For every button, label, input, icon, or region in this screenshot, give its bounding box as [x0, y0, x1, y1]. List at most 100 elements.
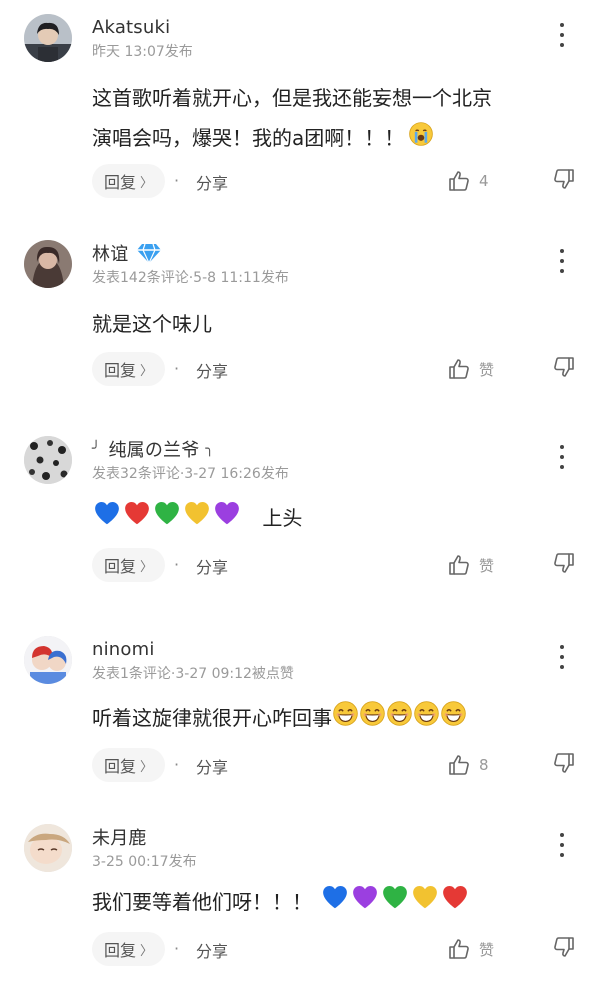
- grinning-face-icon: [440, 700, 467, 740]
- comment-text-line: 演唱会吗，爆哭！我的a团啊！！！: [92, 118, 572, 160]
- name-decoration: ╯: [92, 441, 101, 457]
- like-count: 赞: [479, 556, 495, 575]
- chevron-right-icon: 〉: [140, 943, 154, 959]
- heart-icon: [350, 882, 380, 925]
- thumbs-down-icon: [552, 751, 576, 775]
- more-vertical-icon[interactable]: [552, 642, 572, 672]
- share-button[interactable]: 分享: [196, 938, 228, 962]
- heart-icon: [122, 498, 152, 541]
- reply-label: 回复: [104, 557, 137, 576]
- reply-button[interactable]: 回复〉: [92, 352, 166, 386]
- thumbs-down-icon: [552, 935, 576, 959]
- comment-text: 上头: [92, 498, 572, 541]
- comment-text-segment: 演唱会吗，爆哭！我的a团啊！！！: [92, 126, 405, 150]
- dislike-button[interactable]: [552, 167, 576, 195]
- grinning-face-icon: [413, 700, 440, 740]
- more-vertical-icon[interactable]: [552, 246, 572, 276]
- share-button[interactable]: 分享: [196, 170, 228, 194]
- thumbs-down-icon: [552, 167, 576, 191]
- thumbs-up-icon: [447, 553, 471, 577]
- separator: ·: [174, 755, 180, 774]
- reply-button[interactable]: 回复〉: [92, 932, 166, 966]
- share-button[interactable]: 分享: [196, 358, 228, 382]
- avatar[interactable]: [24, 240, 72, 288]
- dislike-button[interactable]: [552, 751, 576, 779]
- like-count: 4: [479, 172, 489, 190]
- heart-icon: [182, 498, 212, 541]
- comment-text-segment: 听着这旋律就很开心咋回事: [92, 706, 332, 730]
- crying-face-icon: [408, 120, 434, 160]
- chevron-right-icon: 〉: [140, 759, 154, 775]
- name-decoration: ╮: [205, 441, 214, 457]
- avatar[interactable]: [24, 436, 72, 484]
- username[interactable]: Akatsuki: [92, 17, 170, 38]
- action-bar: 回复〉 · 分享 赞: [92, 352, 582, 386]
- share-button[interactable]: 分享: [196, 754, 228, 778]
- separator: ·: [174, 939, 180, 958]
- emoji-row: [92, 506, 242, 530]
- comment-text: 这首歌听着就开心，但是我还能妄想一个北京 演唱会吗，爆哭！我的a团啊！！！: [92, 78, 572, 160]
- reply-label: 回复: [104, 757, 137, 776]
- grinning-face-icon: [386, 700, 413, 740]
- more-vertical-icon[interactable]: [552, 830, 572, 860]
- comment-text-segment: 上头: [262, 506, 303, 530]
- reply-label: 回复: [104, 941, 137, 960]
- heart-icon: [440, 882, 470, 925]
- grinning-face-icon: [332, 700, 359, 740]
- comment-text-segment: 我们要等着他们呀！！！: [92, 890, 312, 914]
- like-count: 8: [479, 756, 489, 774]
- chevron-right-icon: 〉: [140, 363, 154, 379]
- comment-text: 听着这旋律就很开心咋回事: [92, 698, 572, 740]
- heart-icon: [380, 882, 410, 925]
- username[interactable]: 未月鹿: [92, 824, 147, 850]
- comment-meta: 昨天 13:07发布: [92, 44, 193, 60]
- separator: ·: [174, 359, 180, 378]
- action-bar: 回复〉 · 分享 8: [92, 748, 582, 782]
- thumbs-up-icon: [447, 753, 471, 777]
- dislike-button[interactable]: [552, 935, 576, 963]
- separator: ·: [174, 171, 180, 190]
- avatar[interactable]: [24, 14, 72, 62]
- thumbs-down-icon: [552, 355, 576, 379]
- comment-meta: 发表1条评论·3-27 09:12被点赞: [92, 666, 294, 682]
- avatar[interactable]: [24, 824, 72, 872]
- comment-meta: 发表32条评论·3-27 16:26发布: [92, 466, 289, 482]
- chevron-right-icon: 〉: [140, 559, 154, 575]
- heart-icon: [212, 498, 242, 541]
- heart-icon: [410, 882, 440, 925]
- reply-label: 回复: [104, 361, 137, 380]
- like-button[interactable]: 赞: [447, 551, 494, 579]
- comment-text: 就是这个味儿: [92, 312, 212, 336]
- thumbs-up-icon: [447, 169, 471, 193]
- share-button[interactable]: 分享: [196, 554, 228, 578]
- like-button[interactable]: 8: [447, 751, 489, 779]
- like-count: 赞: [479, 360, 495, 379]
- username[interactable]: 林谊: [92, 240, 128, 266]
- thumbs-up-icon: [447, 357, 471, 381]
- dislike-button[interactable]: [552, 355, 576, 383]
- avatar[interactable]: [24, 636, 72, 684]
- comment-text: 我们要等着他们呀！！！: [92, 882, 572, 925]
- emoji-row: [332, 706, 467, 730]
- reply-button[interactable]: 回复〉: [92, 748, 166, 782]
- reply-button[interactable]: 回复〉: [92, 164, 166, 198]
- dislike-button[interactable]: [552, 551, 576, 579]
- reply-button[interactable]: 回复〉: [92, 548, 166, 582]
- comment-text-line: 这首歌听着就开心，但是我还能妄想一个北京: [92, 86, 492, 110]
- thumbs-down-icon: [552, 551, 576, 575]
- diamond-badge-icon: [136, 242, 162, 265]
- thumbs-up-icon: [447, 937, 471, 961]
- username[interactable]: 纯属の兰爷: [108, 436, 199, 462]
- like-button[interactable]: 4: [447, 167, 489, 195]
- heart-icon: [92, 498, 122, 541]
- like-button[interactable]: 赞: [447, 935, 494, 963]
- heart-icon: [320, 882, 350, 925]
- action-bar: 回复〉 · 分享 赞: [92, 932, 582, 966]
- more-vertical-icon[interactable]: [552, 20, 572, 50]
- username[interactable]: ninomi: [92, 639, 155, 660]
- like-button[interactable]: 赞: [447, 355, 494, 383]
- more-vertical-icon[interactable]: [552, 442, 572, 472]
- heart-icon: [152, 498, 182, 541]
- chevron-right-icon: 〉: [140, 175, 154, 191]
- like-count: 赞: [479, 940, 495, 959]
